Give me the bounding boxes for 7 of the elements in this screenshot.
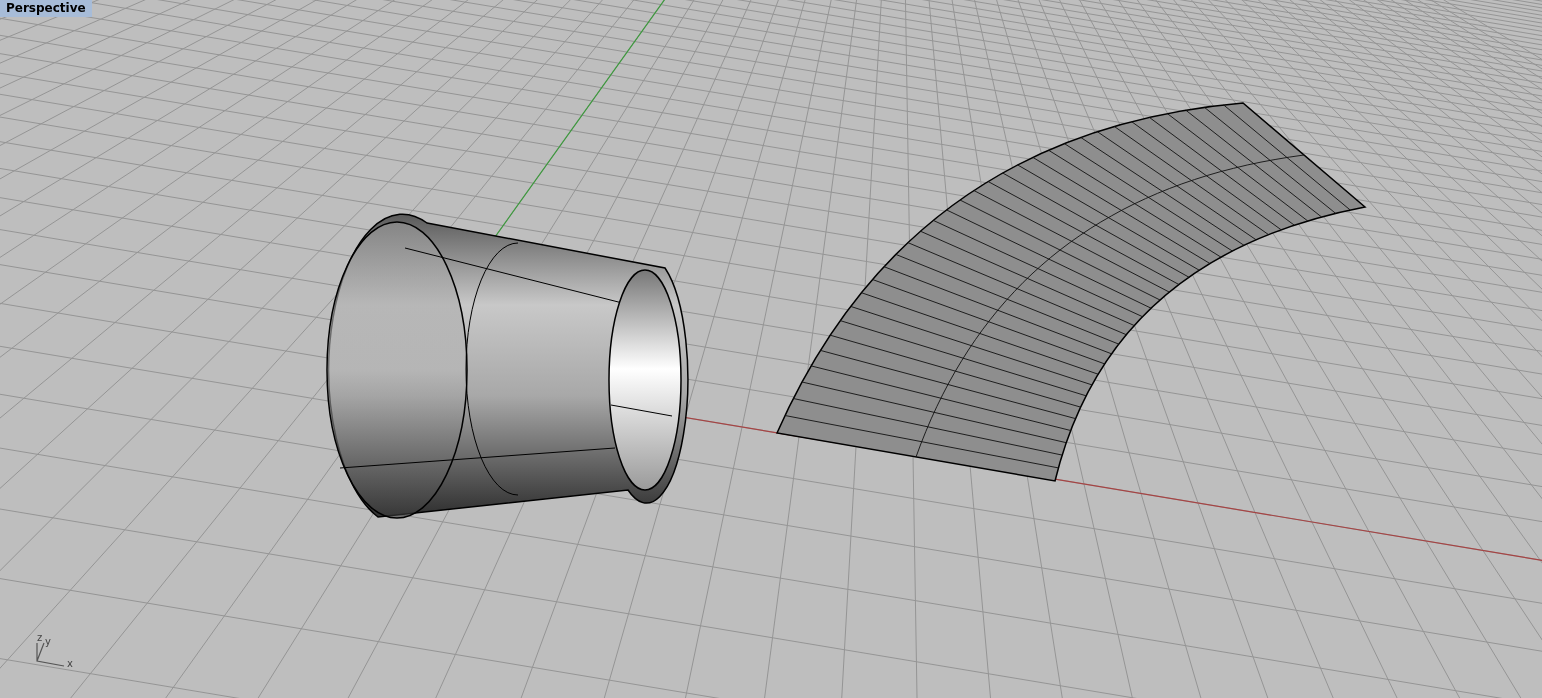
viewport-title[interactable]: Perspective xyxy=(0,0,92,17)
axis-label: x xyxy=(67,658,73,669)
perspective-viewport[interactable]: Perspective z y x xyxy=(0,0,1542,698)
axis-label: z xyxy=(37,632,43,643)
curved-surface[interactable] xyxy=(776,102,1366,482)
cone-surface[interactable] xyxy=(326,213,689,519)
axis-label: y xyxy=(45,636,51,647)
